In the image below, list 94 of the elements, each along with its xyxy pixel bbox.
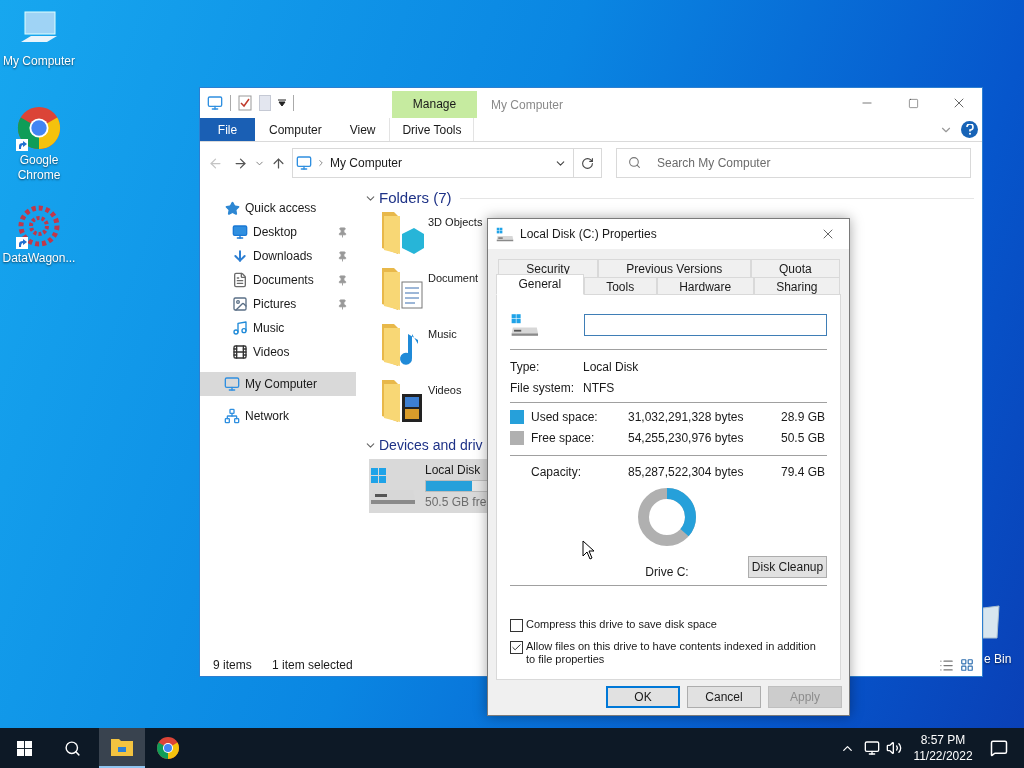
mouse-cursor-icon xyxy=(582,540,595,560)
checkbox[interactable] xyxy=(510,619,523,632)
music-icon xyxy=(232,320,248,336)
folder-name[interactable]: Document xyxy=(428,270,479,287)
ribbon-tab[interactable]: Drive Tools xyxy=(389,118,475,141)
property-label: File system: xyxy=(510,380,575,394)
space-size: 79.4 GB xyxy=(781,463,826,481)
dialog-tab[interactable]: Tools xyxy=(583,277,657,295)
shortcut-arrow-icon xyxy=(16,237,28,249)
drive-label-field[interactable] xyxy=(583,314,827,336)
section-header: Folders (7) xyxy=(379,187,452,208)
documents-icon xyxy=(232,272,248,288)
shortcut-arrow-icon xyxy=(16,139,28,151)
checkbox-label[interactable]: Allow files on this drive to have contents indexed in addition to file properties xyxy=(526,640,826,666)
large-icons-view-icon[interactable] xyxy=(960,658,974,672)
folder-icon xyxy=(110,737,134,757)
space-size: 28.9 GB xyxy=(781,408,826,426)
selection-count: 1 item selected xyxy=(272,657,353,674)
ribbon-tab[interactable]: View xyxy=(335,118,390,141)
ribbon-tab[interactable]: Computer xyxy=(255,118,336,141)
disk-usage-donut xyxy=(638,488,696,546)
clock[interactable]: 8:57 PM 11/22/2022 xyxy=(910,732,976,764)
space-bytes: 31,032,291,328 bytes xyxy=(628,408,745,426)
pictures-icon xyxy=(232,296,248,312)
nav-item[interactable]: Documents xyxy=(200,268,356,292)
forward-button[interactable] xyxy=(233,155,248,171)
nav-item[interactable]: Music xyxy=(200,316,356,340)
videos-icon xyxy=(232,344,248,360)
space-size: 50.5 GB xyxy=(781,429,826,447)
checkbox-label[interactable]: Compress this drive to save disk space xyxy=(526,618,826,631)
dialog-tab[interactable]: General xyxy=(496,274,584,295)
refresh-icon xyxy=(581,156,594,170)
drive-caption: Drive C: xyxy=(645,564,689,581)
dialog-tab[interactable]: Previous Versions xyxy=(598,259,751,277)
disk-cleanup-button[interactable]: Disk Cleanup xyxy=(748,556,827,578)
customize-dropdown-icon[interactable] xyxy=(278,99,286,107)
property-label: Type: xyxy=(510,359,541,373)
dialog-title: Local Disk (C:) Properties xyxy=(520,226,658,243)
nav-item[interactable]: Quick access xyxy=(200,196,356,220)
dialog-tab[interactable]: Hardware xyxy=(656,277,754,295)
nav-item[interactable]: Downloads xyxy=(200,244,356,268)
drive-icon xyxy=(510,313,540,337)
computer-icon[interactable] xyxy=(207,95,223,111)
address-text: My Computer xyxy=(330,155,404,172)
nav-item[interactable]: Pictures xyxy=(200,292,356,316)
notifications-icon[interactable] xyxy=(990,739,1008,757)
context-tab-header: Manage xyxy=(392,91,477,118)
computer-icon xyxy=(224,376,240,392)
drive-free-space: 50.5 GB fre xyxy=(425,494,488,511)
desktop-icon xyxy=(232,224,248,240)
network-icon[interactable] xyxy=(864,740,880,756)
space-bytes: 54,255,230,976 bytes xyxy=(628,429,745,447)
volume-icon[interactable] xyxy=(886,740,902,756)
dialog-tab[interactable]: Quota xyxy=(750,259,840,277)
nav-item[interactable]: Desktop xyxy=(200,220,356,244)
property-value: NTFS xyxy=(583,380,615,394)
drive-icon xyxy=(369,466,417,506)
space-label: Used space: xyxy=(531,408,599,426)
checkbox[interactable] xyxy=(510,641,523,654)
computer-icon xyxy=(296,155,312,171)
search-icon xyxy=(628,156,641,169)
folder-name[interactable]: Music xyxy=(428,326,457,343)
dialog-tab[interactable]: Security xyxy=(498,259,598,277)
drive-icon xyxy=(496,226,514,242)
dialog-button[interactable]: Cancel xyxy=(687,686,761,708)
folder-taskbar-button[interactable] xyxy=(99,728,145,768)
address-bar[interactable]: My Computer xyxy=(292,148,602,178)
chrome-icon[interactable] xyxy=(16,105,62,151)
window-title: My Computer xyxy=(490,97,565,114)
dialog-tab[interactable]: Sharing xyxy=(753,277,840,295)
chrome-logo xyxy=(156,736,180,760)
item-count: 9 items xyxy=(213,657,253,674)
folder-name[interactable]: 3D Objects xyxy=(428,214,483,231)
downloads-icon xyxy=(232,248,248,264)
search-field[interactable]: Search My Computer xyxy=(616,148,971,178)
section-header: Devices and driv xyxy=(379,435,483,455)
folder-name[interactable]: Videos xyxy=(428,382,462,399)
nav-item[interactable]: My Computer xyxy=(200,372,356,396)
network-icon xyxy=(224,408,240,424)
nav-item[interactable]: Videos xyxy=(200,340,356,364)
properties-icon[interactable] xyxy=(238,95,252,111)
search-icon[interactable] xyxy=(63,739,81,757)
details-view-icon[interactable] xyxy=(939,657,954,673)
maximize-icon xyxy=(907,97,919,109)
nav-item[interactable]: Network xyxy=(200,404,356,428)
breadcrumb-separator-icon xyxy=(316,158,326,168)
property-value: Local Disk xyxy=(583,359,639,373)
dialog-button[interactable]: OK xyxy=(606,686,680,708)
space-label: Free space: xyxy=(531,429,596,447)
desktop-icon-label[interactable]: e Bin xyxy=(984,650,1012,668)
space-bytes: 85,287,522,304 bytes xyxy=(628,463,745,481)
ribbon-tab[interactable]: File xyxy=(200,118,255,141)
start-button[interactable] xyxy=(16,740,32,756)
up-button[interactable] xyxy=(271,155,286,171)
